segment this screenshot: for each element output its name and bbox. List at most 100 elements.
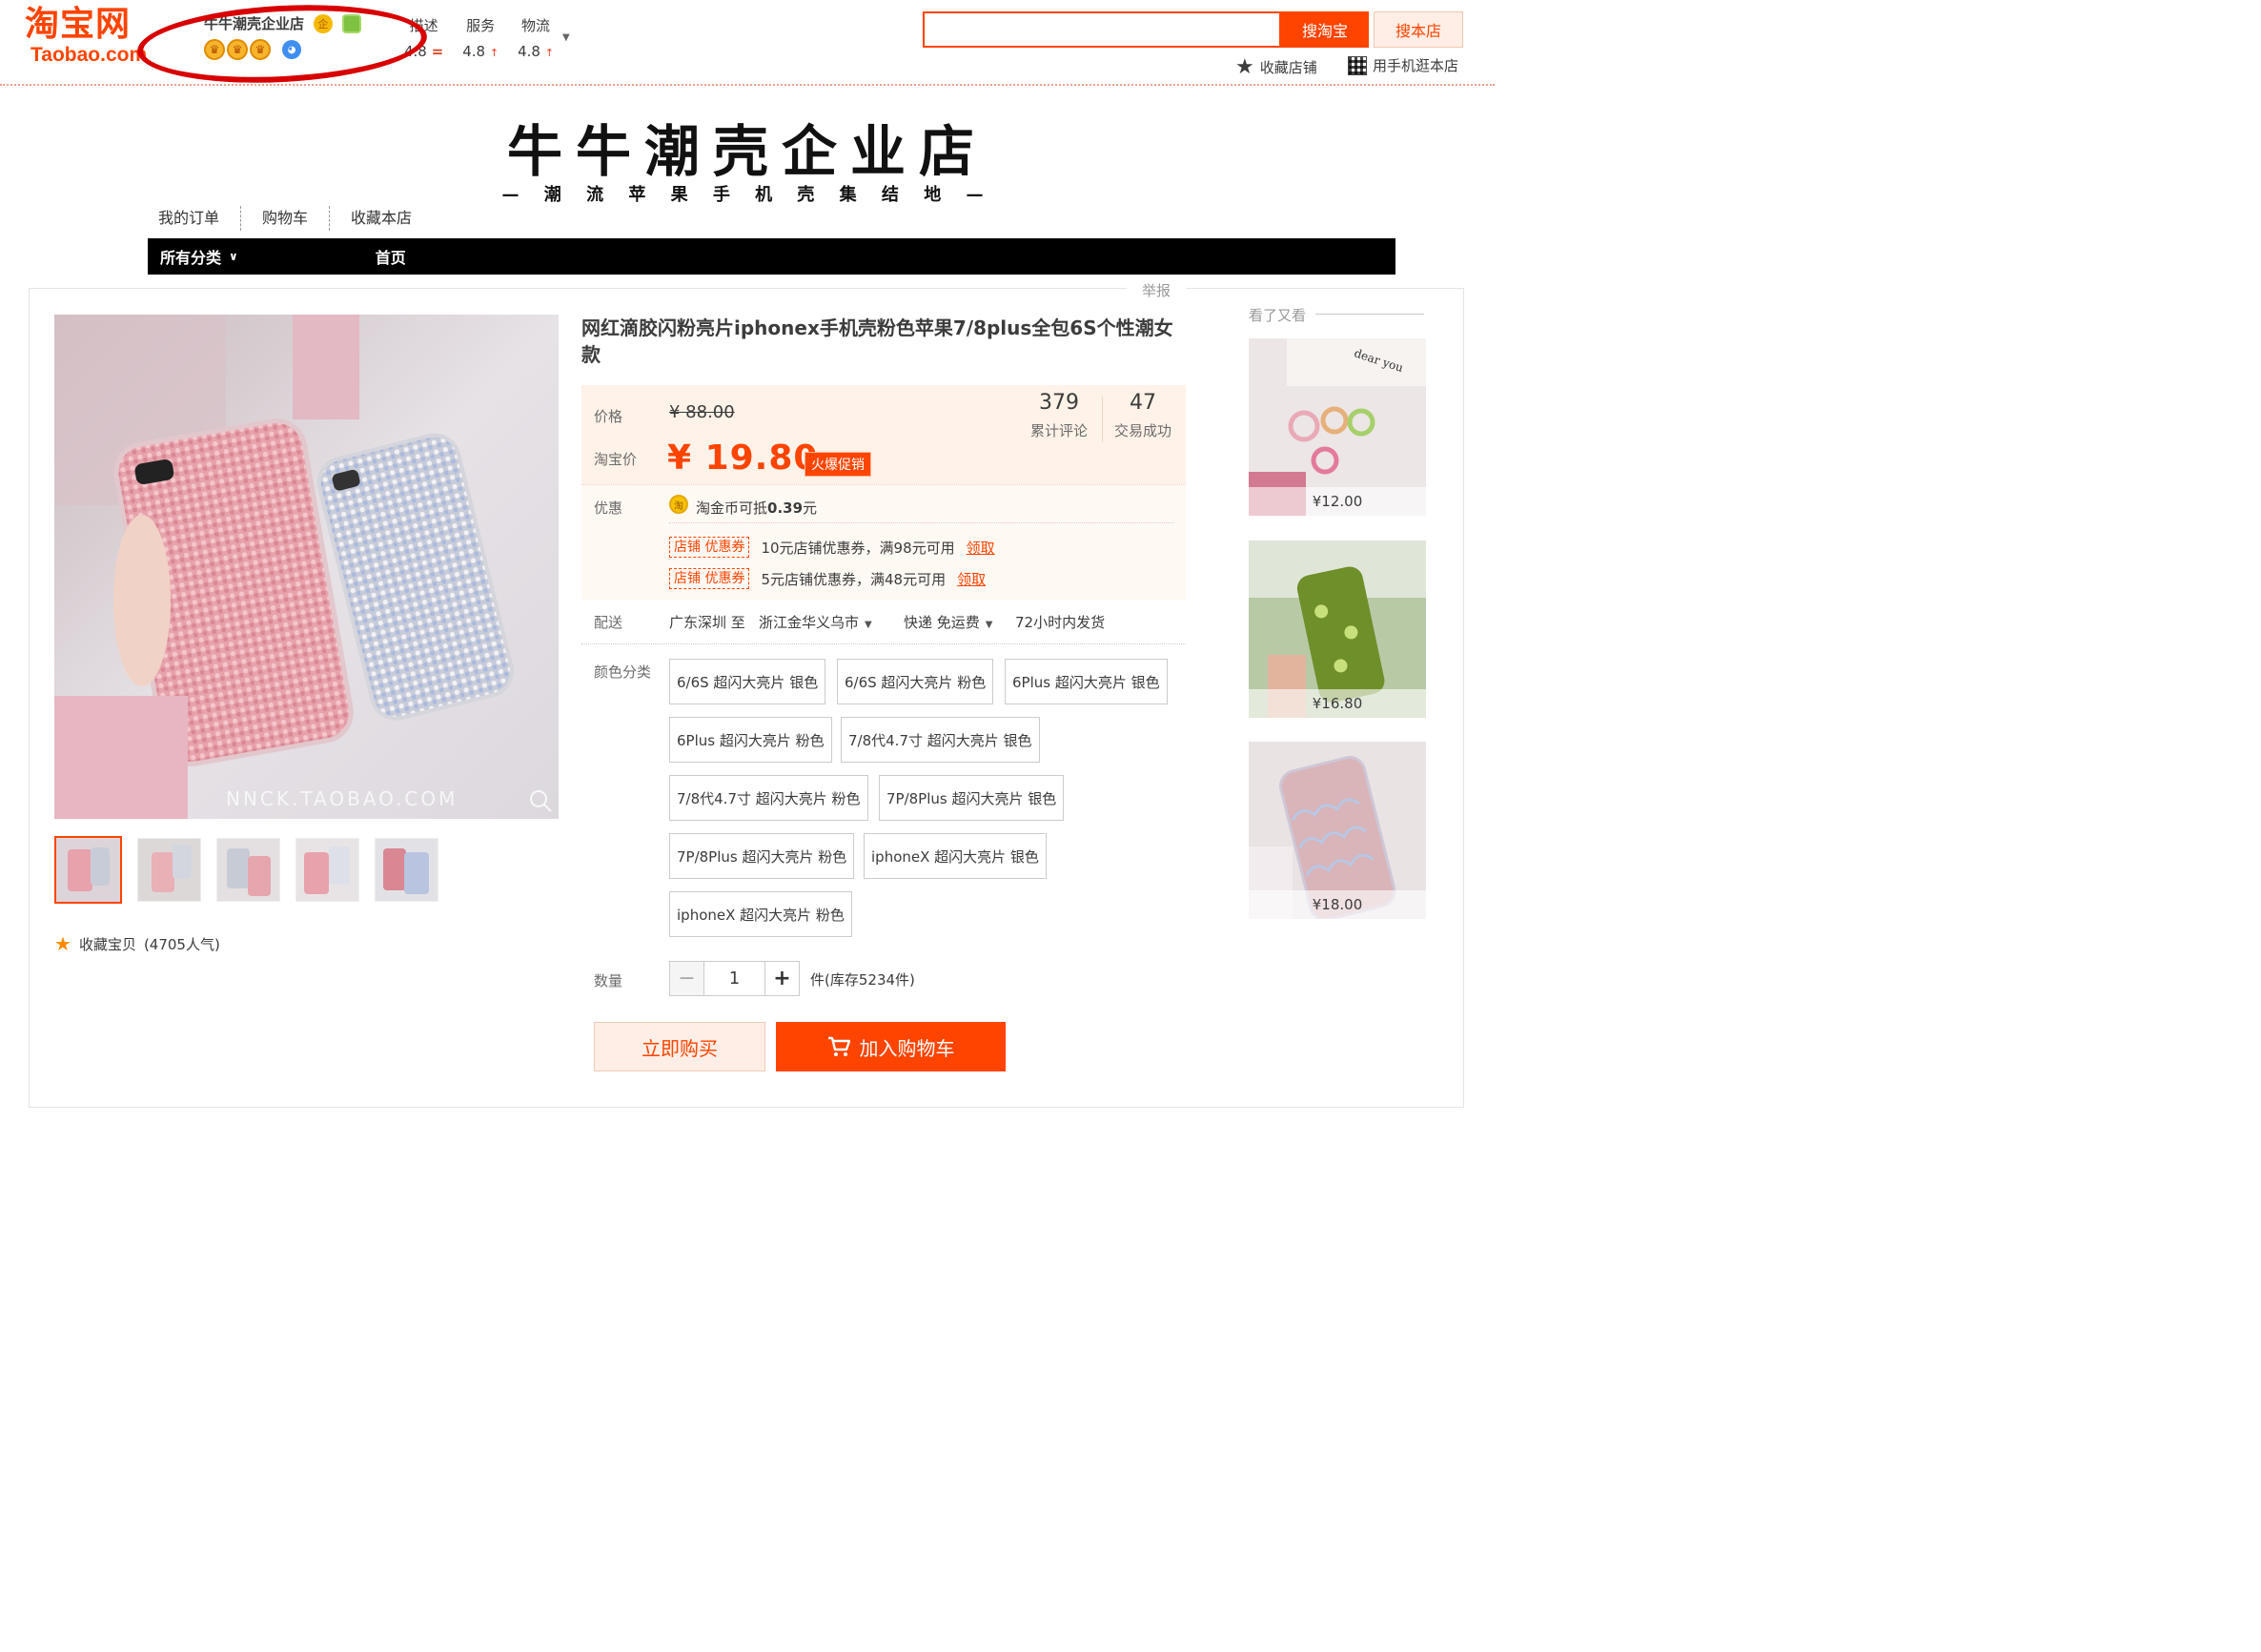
taobao-price-label: 淘宝价 (594, 451, 638, 468)
color-label: 颜色分类 (594, 663, 652, 681)
delivery-time: 72小时内发货 (1015, 614, 1106, 631)
recommend-price: ¥16.80 (1249, 689, 1426, 718)
coupon-row: 店铺 优惠券 5元店铺优惠券，满48元可用 领取 (669, 568, 986, 589)
cart-icon (827, 1036, 850, 1056)
quantity-decrease-button[interactable]: − (669, 961, 704, 996)
nav-home[interactable]: 首页 (376, 245, 406, 268)
nav-all-categories[interactable]: 所有分类 ∨ (160, 245, 238, 268)
shop-links: 我的订单 购物车 收藏本店 (158, 206, 433, 231)
rating-value: 4.8 (518, 43, 540, 60)
thumbnail-image (138, 839, 200, 901)
shop-navbar: 所有分类 ∨ 首页 (148, 238, 1395, 275)
thumbnail[interactable] (54, 836, 122, 904)
link-cart[interactable]: 购物车 (241, 206, 331, 231)
report-link[interactable]: 举报 (1127, 280, 1187, 300)
nav-all-label: 所有分类 (160, 249, 222, 267)
delivery-from: 广东深圳 至 (669, 614, 745, 631)
favorite-shop-link[interactable]: ★ 收藏店铺 (1235, 55, 1317, 79)
review-stat[interactable]: 379 累计评论 (1026, 391, 1092, 440)
sku-option[interactable]: 6Plus 超闪大亮片 银色 (1005, 659, 1168, 704)
favorite-item-label: 收藏宝贝 (78, 935, 136, 953)
thumbnail[interactable] (216, 838, 280, 902)
coupon-tag: 店铺 优惠券 (669, 568, 750, 589)
search-shop-button[interactable]: 搜本店 (1374, 11, 1463, 48)
see-again-title: 看了又看 (1249, 307, 1307, 324)
thumbnail-image (217, 839, 279, 901)
sku-option[interactable]: 6/6S 超闪大亮片 银色 (669, 659, 826, 704)
delivery-method-select[interactable]: 快递 免运费 ▼ (904, 612, 992, 632)
claim-coupon-link[interactable]: 领取 (967, 538, 995, 558)
trend-up-icon: ↑ (544, 47, 554, 59)
sku-option[interactable]: iphoneX 超闪大亮片 银色 (864, 833, 1047, 879)
divider (669, 522, 1174, 523)
product-title: 网红滴胶闪粉亮片iphonex手机壳粉色苹果7/8plus全包6S个性潮女款 (581, 316, 1173, 366)
deal-label: 交易成功 (1113, 422, 1171, 439)
thumbnail[interactable] (137, 838, 201, 902)
rating-value: 4.8 (462, 43, 486, 60)
thumbnail[interactable] (375, 838, 438, 902)
rating-logistics: 物流 4.8 ↑ (518, 15, 554, 60)
coin-text-suffix: 元 (803, 500, 818, 517)
review-label: 累计评论 (1029, 422, 1088, 439)
sku-option[interactable]: 6/6S 超闪大亮片 粉色 (837, 659, 994, 704)
sku-option[interactable]: 7P/8Plus 超闪大亮片 粉色 (669, 833, 855, 879)
coupon-text: 5元店铺优惠券，满48元可用 (761, 570, 947, 588)
add-to-cart-label: 加入购物车 (859, 1036, 955, 1060)
coupon-text: 10元店铺优惠券，满98元可用 (761, 539, 955, 557)
deal-stat[interactable]: 47 交易成功 (1110, 391, 1176, 440)
chevron-down-icon[interactable]: ▼ (562, 32, 570, 43)
logo-cn: 淘宝网 (25, 5, 132, 44)
search-taobao-button[interactable]: 搜淘宝 (1281, 11, 1369, 48)
thumbnail-strip (54, 836, 438, 904)
quantity-increase-button[interactable]: + (764, 961, 800, 996)
delivery-label: 配送 (594, 614, 623, 631)
coin-text-prefix: 淘金币可抵 (696, 500, 768, 517)
main-product-image[interactable]: NNCK.TAOBAO.COM (54, 315, 559, 819)
coupon-row: 店铺 优惠券 10元店铺优惠券，满98元可用 领取 (669, 537, 995, 558)
taobao-logo[interactable]: 淘宝网 Taobao.com (25, 6, 158, 74)
buy-now-button[interactable]: 立即购买 (594, 1022, 765, 1071)
coin-discount: 淘金币可抵0.39元 (696, 498, 817, 518)
delivery-destination: 浙江金华义乌市 (759, 614, 860, 631)
search-input[interactable] (923, 11, 1281, 48)
qrcode-icon (1348, 55, 1367, 75)
current-price: ¥ 19.80 (667, 438, 819, 478)
shop-banner-title: 牛牛潮壳企业店 (506, 119, 988, 184)
sku-option[interactable]: 6Plus 超闪大亮片 粉色 (669, 717, 832, 763)
sku-option[interactable]: 7/8代4.7寸 超闪大亮片 银色 (841, 717, 1040, 763)
favorite-item-link[interactable]: ★ 收藏宝贝 (4705人气) (54, 932, 220, 955)
quantity-input[interactable]: 1 (703, 961, 765, 996)
link-my-orders[interactable]: 我的订单 (158, 206, 242, 231)
trend-equal-icon: = (431, 43, 444, 60)
thumbnail[interactable] (295, 838, 359, 902)
price-label: 价格 (594, 408, 623, 425)
product-photo: NNCK.TAOBAO.COM (54, 315, 559, 819)
trend-up-icon: ↑ (489, 47, 499, 59)
rating-label: 服务 (466, 17, 496, 34)
recommend-price: ¥12.00 (1249, 487, 1426, 516)
favorite-shop-label: 收藏店铺 (1259, 59, 1317, 76)
link-favorite-shop[interactable]: 收藏本店 (330, 206, 433, 231)
favorite-count: (4705人气) (143, 935, 220, 953)
delivery-method: 快递 免运费 (904, 614, 980, 631)
deal-count: 47 (1130, 391, 1156, 415)
recommend-item[interactable]: ¥18.00 (1249, 742, 1426, 919)
sku-option[interactable]: iphoneX 超闪大亮片 粉色 (669, 891, 852, 937)
star-icon: ★ (54, 932, 71, 955)
hot-promo-badge: 火爆促销 (805, 452, 871, 477)
promo-label: 优惠 (594, 500, 623, 517)
chevron-down-icon: ∨ (229, 250, 238, 263)
rating-label: 物流 (521, 17, 551, 34)
star-icon: ★ (1235, 55, 1254, 79)
recommend-item[interactable]: dear you ¥12.00 (1249, 338, 1426, 516)
caret-down-icon: ▼ (865, 620, 872, 630)
recommend-item[interactable]: ¥16.80 (1249, 540, 1426, 718)
add-to-cart-button[interactable]: 加入购物车 (776, 1022, 1006, 1071)
sku-option[interactable]: 7/8代4.7寸 超闪大亮片 粉色 (669, 775, 868, 821)
delivery-destination-select[interactable]: 浙江金华义乌市 ▼ (759, 612, 872, 632)
coin-amount: 0.39 (767, 500, 804, 517)
sku-option[interactable]: 7P/8Plus 超闪大亮片 银色 (879, 775, 1065, 821)
mobile-shop-link[interactable]: 用手机逛本店 (1348, 55, 1458, 75)
claim-coupon-link[interactable]: 领取 (957, 569, 986, 589)
thumbnail-image (376, 839, 438, 901)
